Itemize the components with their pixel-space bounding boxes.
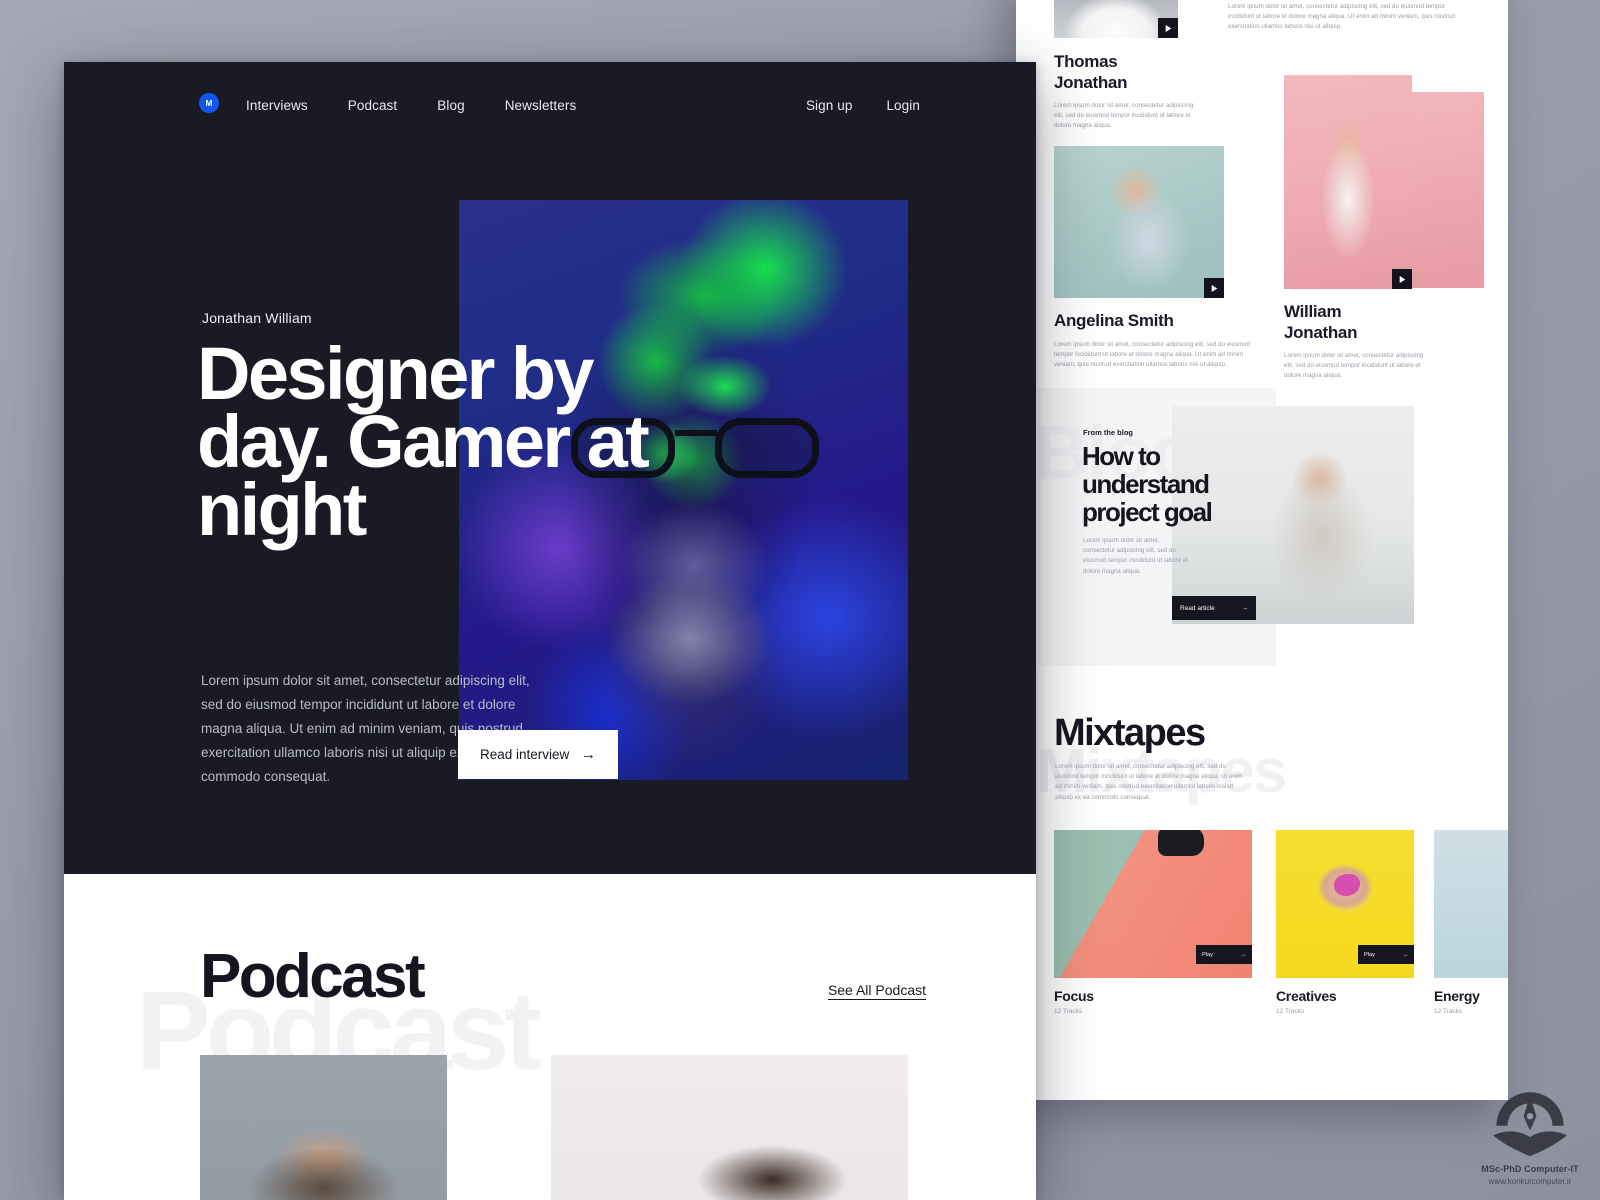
- see-all-podcast-link[interactable]: See All Podcast: [828, 982, 926, 998]
- interview-body: Lorem ipsum dolor sit amet, consectetur …: [1054, 102, 1194, 130]
- arrow-right-icon: →: [581, 746, 596, 763]
- watermark-line2: www.konkurcomputer.ir: [1488, 1177, 1572, 1186]
- login-link[interactable]: Login: [886, 98, 920, 113]
- play-label: Play: [1364, 951, 1375, 958]
- portrait-image: [1284, 75, 1412, 289]
- podcast-card[interactable]: [200, 1055, 447, 1200]
- blog-body: Lorem ipsum dolor sit amet, consectetur …: [1083, 537, 1188, 575]
- hero-title: Designer by day. Gamer at night: [197, 332, 650, 551]
- mixtape-cover[interactable]: [1434, 830, 1508, 978]
- mixtapes-section: Mixtapes Mixtapes Lorem ipsum dolor sit …: [1016, 698, 1508, 1100]
- mixtape-tracks: 12 Tracks: [1054, 1008, 1083, 1015]
- arrow-right-icon: →: [1241, 604, 1249, 612]
- play-button[interactable]: Play →: [1196, 945, 1252, 964]
- blog-eyebrow: From the blog: [1083, 428, 1133, 437]
- watermark-line1: MSc-PhD Computer-IT: [1481, 1164, 1579, 1174]
- blog-title: How to understand project goal: [1082, 441, 1213, 527]
- interview-name: Thomas Jonathan: [1054, 52, 1128, 92]
- interview-body: Lorem ipsum dolor sit amet, consectetur …: [1054, 341, 1251, 369]
- podcast-cover-image: [200, 1055, 447, 1200]
- primary-nav: Interviews Podcast Blog Newsletters: [246, 98, 576, 113]
- interview-thumbnail[interactable]: [1054, 146, 1224, 298]
- podcast-cover-image: [551, 1055, 908, 1200]
- portrait-image: [1054, 146, 1224, 298]
- play-icon[interactable]: [1158, 18, 1178, 38]
- mixtape-card-energy[interactable]: Energy 12 Tracks: [1434, 830, 1508, 1015]
- mixtape-cover[interactable]: Play →: [1276, 830, 1414, 978]
- sign-up-link[interactable]: Sign up: [806, 98, 853, 113]
- interview-name: William Jonathan: [1284, 302, 1358, 342]
- interview-thumbnail[interactable]: [1284, 75, 1412, 289]
- mixtape-card-focus[interactable]: Play → Focus 12 Tracks: [1054, 830, 1252, 1015]
- mixtape-card-creatives[interactable]: Play → Creatives 12 Tracks: [1276, 830, 1414, 1015]
- presentation-canvas: Thomas Jonathan Lorem ipsum dolor sit am…: [0, 0, 1600, 1200]
- mixtape-tracks: 12 Tracks: [1434, 1008, 1463, 1015]
- interview-body: Lorem ipsum dolor sit amet, consectetur …: [1228, 3, 1455, 31]
- play-button[interactable]: Play →: [1358, 945, 1414, 964]
- interview-body: Lorem ipsum dolor sit amet, consectetur …: [1284, 352, 1424, 380]
- read-interview-button[interactable]: Read interview →: [458, 730, 618, 779]
- cover-image: [1434, 830, 1508, 978]
- read-article-label: Read article: [1180, 604, 1215, 612]
- play-label: Play: [1202, 951, 1213, 958]
- play-icon[interactable]: [1204, 278, 1224, 298]
- mixtape-tracks: 12 Tracks: [1276, 1008, 1305, 1015]
- podcast-section: Podcast Podcast See All Podcast: [64, 874, 1036, 1200]
- hero-eyebrow: Jonathan William: [202, 310, 312, 326]
- top-navigation: M Interviews Podcast Blog Newsletters Si…: [64, 62, 1036, 152]
- podcast-card[interactable]: [551, 1055, 908, 1200]
- nav-item-podcast[interactable]: Podcast: [348, 98, 397, 113]
- back-screen: Thomas Jonathan Lorem ipsum dolor sit am…: [1016, 0, 1508, 1100]
- interview-thumbnail[interactable]: [1054, 0, 1178, 38]
- arrow-right-icon: →: [1240, 951, 1246, 958]
- mixtapes-title: Mixtapes: [1054, 712, 1206, 754]
- interview-card-thomas[interactable]: Thomas Jonathan Lorem ipsum dolor sit am…: [1054, 0, 1224, 132]
- blog-section: Blog From the blog How to understand pro…: [1016, 388, 1508, 676]
- shoe-shape: [1158, 830, 1204, 856]
- mixtape-title: Focus: [1054, 988, 1094, 1004]
- interview-card-andrea[interactable]: Andrea William Lorem ipsum dolor sit ame…: [1228, 0, 1473, 33]
- nav-item-newsletters[interactable]: Newsletters: [505, 98, 577, 113]
- watermark: MSc-PhD Computer-IT www.konkurcomputer.i…: [1468, 1082, 1592, 1194]
- interview-card-angelina[interactable]: Angelina Smith Lorem ipsum dolor sit ame…: [1054, 146, 1299, 371]
- mixtape-cover[interactable]: Play →: [1054, 830, 1252, 978]
- interview-card-william[interactable]: William Jonathan Lorem ipsum dolor sit a…: [1284, 75, 1484, 382]
- mixtape-title: Energy: [1434, 988, 1480, 1004]
- brand-logo[interactable]: M: [199, 93, 219, 113]
- read-interview-label: Read interview: [480, 747, 570, 762]
- interview-name: Angelina Smith: [1054, 311, 1174, 330]
- play-icon[interactable]: [1392, 269, 1412, 289]
- nav-item-interviews[interactable]: Interviews: [246, 98, 308, 113]
- mixtape-title: Creatives: [1276, 988, 1337, 1004]
- auth-nav: Sign up Login: [806, 98, 920, 113]
- hero-section: M Interviews Podcast Blog Newsletters Si…: [64, 62, 1036, 874]
- front-screen: M Interviews Podcast Blog Newsletters Si…: [64, 62, 1036, 1200]
- mixtapes-body: Lorem ipsum dolor sit amet, consectetur …: [1055, 763, 1243, 801]
- read-article-button[interactable]: Read article →: [1172, 596, 1256, 620]
- podcast-title: Podcast: [200, 942, 426, 1011]
- pen-book-icon: [1493, 1092, 1567, 1157]
- nav-item-blog[interactable]: Blog: [437, 98, 464, 113]
- arrow-right-icon: →: [1402, 951, 1408, 958]
